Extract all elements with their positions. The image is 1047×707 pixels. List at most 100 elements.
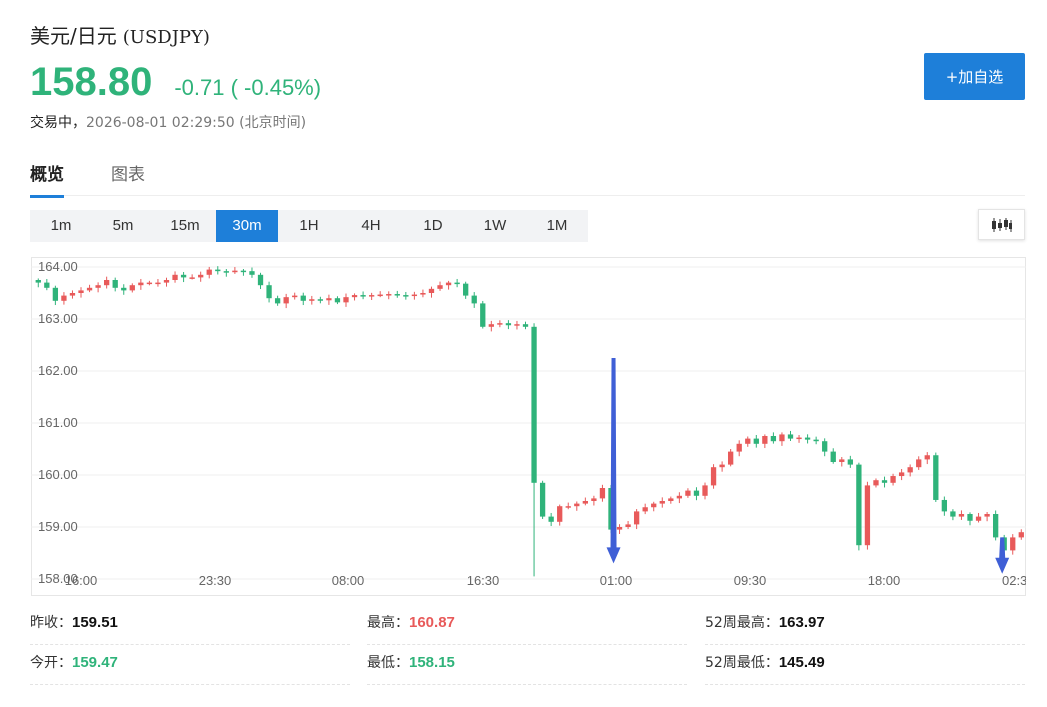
candle-body bbox=[463, 283, 469, 296]
stat-high: 最高：160.87 bbox=[367, 605, 687, 645]
annotation-arrow bbox=[606, 358, 621, 564]
candle-body bbox=[659, 501, 665, 504]
candle-body bbox=[334, 298, 341, 303]
period-4h[interactable]: 4H bbox=[340, 210, 402, 242]
candle-body bbox=[266, 285, 272, 299]
candle-body bbox=[745, 438, 751, 444]
price-chart[interactable]: 164.00 163.00 162.00 161.00 160.00 159.00 158.… bbox=[31, 257, 1026, 596]
candle-body bbox=[292, 295, 298, 298]
candle-body bbox=[488, 324, 494, 327]
candlestick-icon bbox=[991, 217, 1012, 232]
x-tick-label: 08:00 bbox=[332, 573, 365, 588]
candle-body bbox=[847, 459, 853, 465]
candle-body bbox=[428, 288, 435, 293]
y-tick-label: 164.00 bbox=[38, 259, 78, 274]
x-tick-label: 23:30 bbox=[199, 573, 232, 588]
candle-body bbox=[719, 464, 725, 468]
price-row: 158.80 -0.71 ( -0.45%) bbox=[30, 60, 321, 105]
period-5m[interactable]: 5m bbox=[92, 210, 154, 242]
candle-body bbox=[437, 285, 443, 289]
instrument-code: (USDJPY) bbox=[122, 27, 210, 48]
open-label: 今开： bbox=[30, 655, 72, 671]
x-tick-label: 01:00 bbox=[600, 573, 633, 588]
period-15m[interactable]: 15m bbox=[154, 210, 216, 242]
y-tick-label: 161.00 bbox=[38, 415, 78, 430]
stat-open: 今开：159.47 bbox=[30, 645, 350, 685]
candle-body bbox=[565, 506, 571, 508]
candle-body bbox=[317, 299, 324, 301]
y-tick-label: 163.00 bbox=[38, 311, 78, 326]
candle-body bbox=[351, 295, 358, 298]
candle-body bbox=[804, 437, 811, 440]
candle-body bbox=[762, 436, 768, 444]
candle-body bbox=[326, 298, 332, 301]
candle-body bbox=[950, 511, 956, 517]
candle-body bbox=[215, 269, 221, 272]
candle-body bbox=[514, 324, 520, 326]
candle-body bbox=[206, 269, 212, 275]
candle-body bbox=[386, 294, 392, 296]
x-tick-label: 16:30 bbox=[467, 573, 500, 588]
price-change: -0.71 ( -0.45%) bbox=[174, 75, 322, 100]
candle-body bbox=[1018, 532, 1024, 538]
candle-body bbox=[770, 436, 777, 442]
tab-chart[interactable]: 图表 bbox=[111, 160, 145, 195]
candle-body bbox=[557, 506, 563, 522]
period-1w[interactable]: 1W bbox=[464, 210, 526, 242]
candle-body bbox=[445, 282, 452, 286]
y-tick-label: 162.00 bbox=[38, 363, 78, 378]
candle-body bbox=[163, 280, 170, 283]
tab-overview[interactable]: 概览 bbox=[30, 160, 64, 198]
week52-high-value: 163.97 bbox=[778, 614, 825, 631]
y-tick-label: 159.00 bbox=[38, 519, 78, 534]
stat-52w-high: 52周最高：163.97 bbox=[705, 605, 1025, 645]
period-1h[interactable]: 1H bbox=[278, 210, 340, 242]
tab-bar: 概览 图表 bbox=[30, 160, 1025, 198]
period-1m[interactable]: 1m bbox=[30, 210, 92, 242]
candle-body bbox=[257, 274, 264, 286]
candle-body bbox=[112, 280, 118, 288]
candle-body bbox=[104, 280, 110, 286]
candle-body bbox=[198, 274, 204, 278]
status-text: 交易中， bbox=[30, 115, 86, 131]
candle-body bbox=[35, 280, 41, 283]
candle-body bbox=[300, 295, 306, 301]
candle-body bbox=[69, 293, 76, 296]
candle-body bbox=[411, 294, 418, 297]
candle-body bbox=[420, 293, 426, 295]
candle-body bbox=[1010, 537, 1016, 551]
candle-body bbox=[44, 282, 50, 288]
period-1d[interactable]: 1D bbox=[402, 210, 464, 242]
candle-body bbox=[232, 270, 238, 273]
candle-body bbox=[61, 295, 67, 301]
candle-body bbox=[95, 285, 101, 288]
candle-body bbox=[548, 516, 554, 522]
trading-status: 交易中，2026-08-01 02:29:50 (北京时间) bbox=[30, 112, 306, 132]
candle-body bbox=[129, 285, 135, 291]
candle-body bbox=[360, 295, 366, 297]
y-tick-label: 160.00 bbox=[38, 467, 78, 482]
candle-body bbox=[668, 498, 674, 501]
low-label: 最低： bbox=[367, 655, 409, 671]
candle-body bbox=[685, 490, 691, 496]
candle-body bbox=[787, 434, 794, 439]
high-label: 最高： bbox=[367, 615, 409, 631]
period-1mo[interactable]: 1M bbox=[526, 210, 588, 242]
candle-body bbox=[240, 270, 247, 273]
candle-body bbox=[249, 271, 255, 275]
period-30m[interactable]: 30m bbox=[216, 210, 278, 242]
candle-body bbox=[702, 485, 708, 496]
chart-type-button[interactable] bbox=[978, 209, 1025, 240]
candle-body bbox=[881, 480, 888, 483]
candle-body bbox=[693, 490, 700, 496]
candle-body bbox=[497, 323, 503, 325]
instrument-title: 美元/日元 (USDJPY) bbox=[30, 20, 210, 49]
candle-body bbox=[864, 485, 871, 546]
week52-low-value: 145.49 bbox=[778, 654, 825, 671]
candle-body bbox=[958, 514, 965, 517]
candle-body bbox=[753, 438, 759, 444]
candle-body bbox=[531, 326, 537, 483]
add-watchlist-button[interactable]: +加自选 bbox=[924, 53, 1025, 100]
candle-body bbox=[539, 482, 546, 517]
candle-body bbox=[574, 503, 580, 507]
